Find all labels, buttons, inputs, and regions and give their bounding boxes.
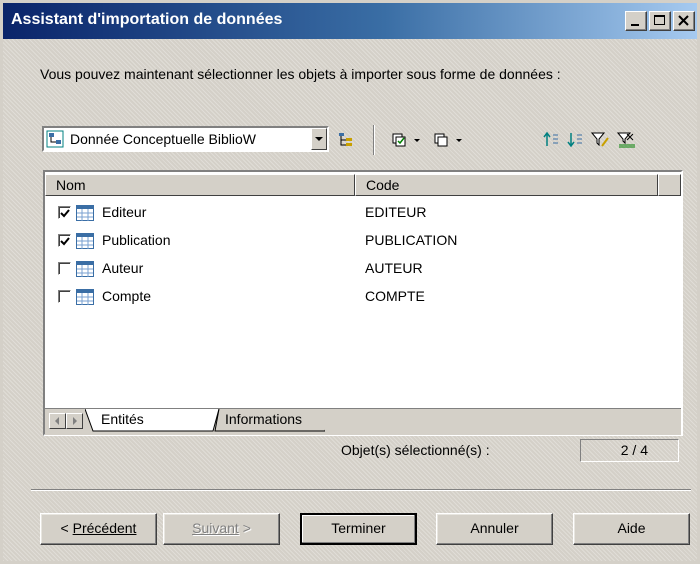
- maximize-button[interactable]: [649, 11, 671, 31]
- entity-table-icon: [76, 261, 94, 277]
- close-button[interactable]: [673, 11, 695, 31]
- import-wizard-window: Assistant d'importation de données Vous …: [0, 0, 700, 564]
- list-tabs-bar: Entités Informations: [45, 408, 681, 435]
- filter-icon[interactable]: [591, 131, 611, 149]
- tab-scroll-left-button[interactable]: [49, 413, 66, 429]
- row-code: COMPTE: [365, 288, 425, 304]
- list-item[interactable]: Editeur EDITEUR: [53, 201, 673, 225]
- cancel-button[interactable]: Annuler: [436, 513, 553, 545]
- checkmark-icon: [60, 237, 70, 246]
- row-name: Publication: [102, 232, 171, 248]
- row-checkbox[interactable]: [58, 262, 71, 275]
- arrow-right-icon: [73, 417, 77, 425]
- intro-text: Vous pouvez maintenant sélectionner les …: [40, 66, 561, 82]
- row-name: Auteur: [102, 260, 144, 276]
- maximize-icon: [654, 15, 665, 25]
- column-header-filler: [658, 174, 681, 196]
- selected-count-label: Objet(s) sélectionné(s) :: [341, 442, 490, 458]
- selected-count-value: 2 / 4: [580, 439, 679, 462]
- row-code: AUTEUR: [365, 260, 423, 276]
- model-select[interactable]: Donnée Conceptuelle BiblioW: [42, 126, 329, 152]
- window-title: Assistant d'importation de données: [11, 11, 283, 28]
- minimize-icon: [631, 24, 639, 26]
- minimize-button[interactable]: [625, 11, 647, 31]
- divider: [31, 489, 691, 491]
- move-up-icon[interactable]: [543, 131, 561, 149]
- title-bar[interactable]: Assistant d'importation de données: [3, 3, 697, 39]
- help-button[interactable]: Aide: [573, 513, 690, 545]
- row-checkbox[interactable]: [58, 290, 71, 303]
- toolbar-separator: [373, 125, 375, 155]
- finish-button[interactable]: Terminer: [300, 513, 417, 545]
- row-name: Compte: [102, 288, 152, 304]
- move-down-icon[interactable]: [567, 131, 585, 149]
- row-code: PUBLICATION: [365, 232, 458, 248]
- deselect-all-icon[interactable]: [433, 131, 467, 149]
- entity-table-icon: [76, 233, 94, 249]
- filter-options-icon[interactable]: [617, 131, 637, 149]
- previous-button[interactable]: < Précédent: [40, 513, 157, 545]
- row-checkbox[interactable]: [58, 206, 71, 219]
- column-header-name[interactable]: Nom: [45, 174, 355, 196]
- list-item[interactable]: Publication PUBLICATION: [53, 229, 673, 253]
- tab-entites[interactable]: Entités: [101, 411, 144, 427]
- next-button[interactable]: Suivant >: [163, 513, 280, 545]
- column-header-code[interactable]: Code: [355, 174, 658, 196]
- wizard-content: Vous pouvez maintenant sélectionner les …: [3, 39, 697, 561]
- checkmark-icon: [60, 209, 70, 218]
- close-icon: [678, 15, 689, 26]
- select-all-icon[interactable]: [391, 131, 425, 149]
- model-select-value: Donnée Conceptuelle BiblioW: [70, 131, 256, 147]
- tab-scroll-right-button[interactable]: [66, 413, 83, 429]
- list-item[interactable]: Compte COMPTE: [53, 285, 673, 309]
- chevron-down-icon: [315, 137, 323, 141]
- objects-list[interactable]: Nom Code Editeur EDITEUR Publication PUB…: [43, 170, 683, 436]
- entity-table-icon: [76, 289, 94, 305]
- row-code: EDITEUR: [365, 204, 427, 220]
- row-name: Editeur: [102, 204, 147, 220]
- entity-table-icon: [76, 205, 94, 221]
- tree-view-icon[interactable]: [337, 131, 355, 149]
- model-select-dropdown-button[interactable]: [311, 128, 327, 150]
- tab-informations[interactable]: Informations: [225, 411, 302, 427]
- list-item[interactable]: Auteur AUTEUR: [53, 257, 673, 281]
- arrow-left-icon: [55, 417, 59, 425]
- row-checkbox[interactable]: [58, 234, 71, 247]
- model-icon: [46, 130, 64, 148]
